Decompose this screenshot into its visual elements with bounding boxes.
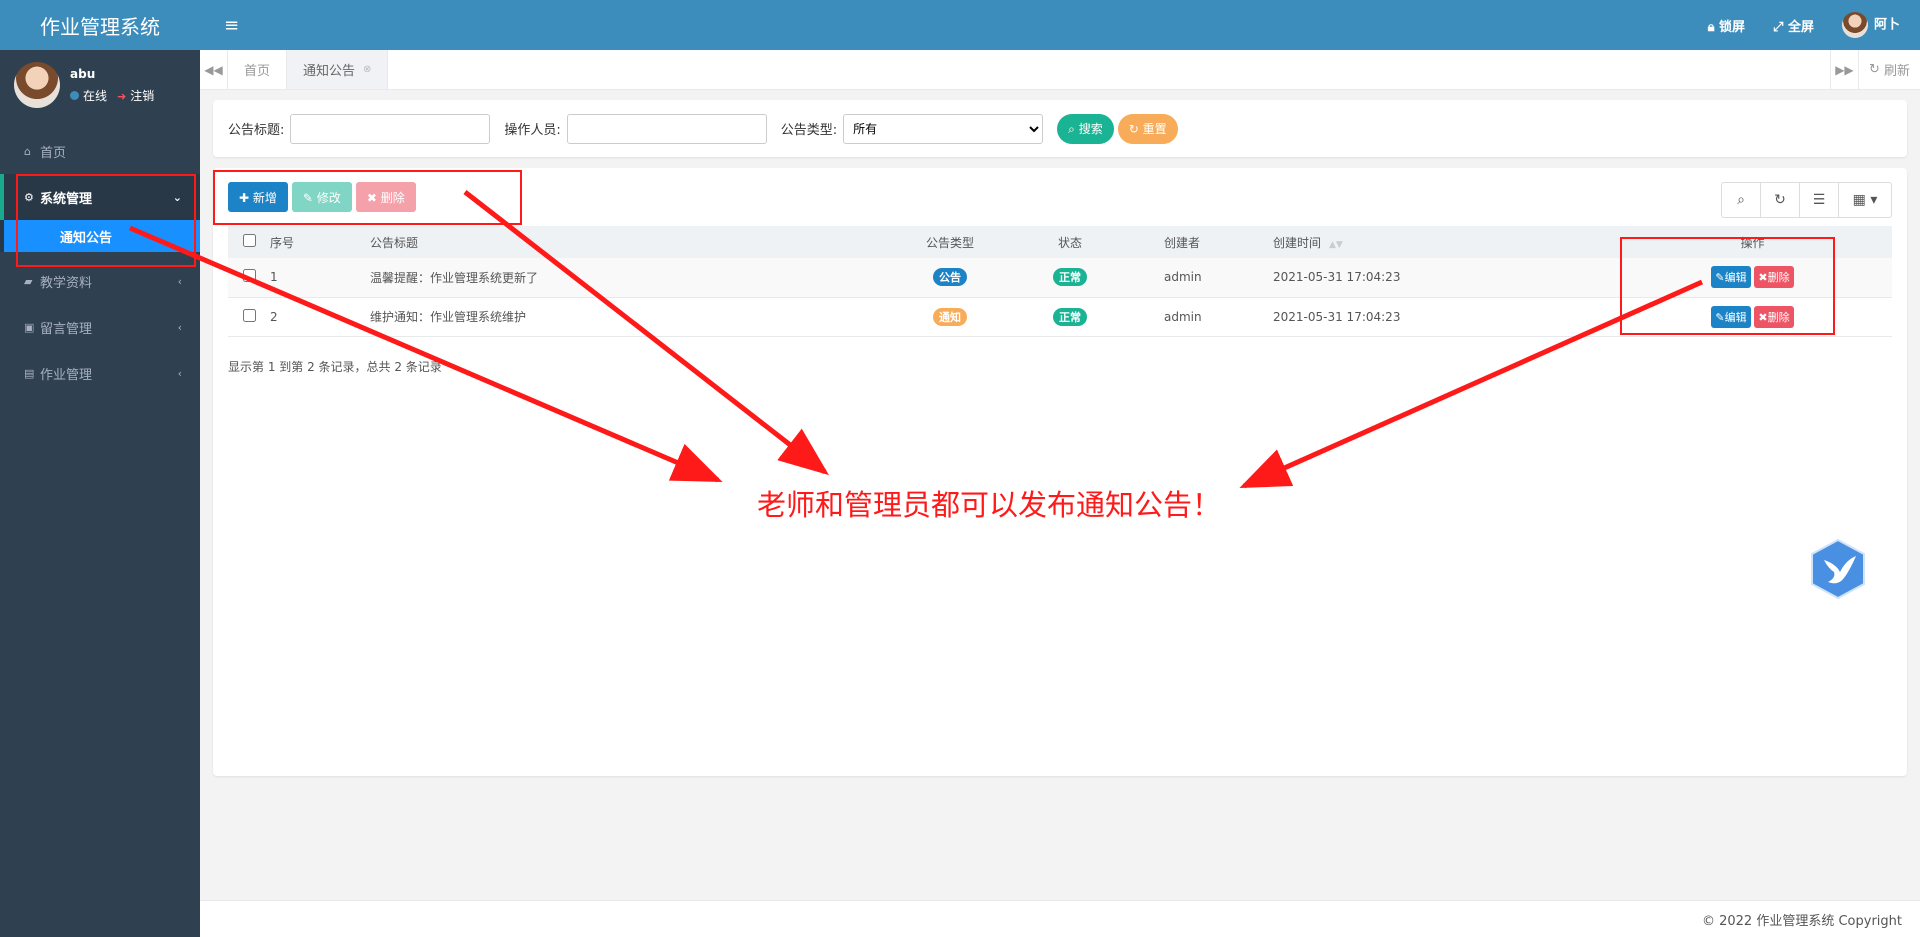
search-panel: 公告标题: 操作人员: 公告类型: 所有 ⌕ 搜索 ↻ 重置 [213, 100, 1907, 157]
user-menu[interactable]: 阿卜 [1841, 12, 1900, 38]
user-panel: abu 在线 ➜ 注销 [0, 50, 200, 120]
sidebar-item-messages[interactable]: ▣ 留言管理 ‹ [0, 304, 200, 350]
sort-icon: ▲▼ [1329, 239, 1343, 250]
avatar[interactable] [14, 62, 60, 108]
title-input[interactable] [290, 113, 491, 144]
home-icon: ⌂ [24, 144, 31, 158]
type-select[interactable]: 所有 [843, 113, 1044, 144]
logout-link[interactable]: ➜ 注销 [117, 87, 154, 104]
avatar [1841, 12, 1868, 38]
title-label: 公告标题: [228, 123, 285, 138]
brand-title: 作业管理系统 [0, 0, 200, 50]
sidebar-item-home[interactable]: ⌂ 首页 [0, 128, 200, 174]
tabs-scroll-left-icon[interactable]: ◀◀ [200, 50, 228, 89]
col-time[interactable]: 创建时间 ▲▼ [1273, 226, 1613, 258]
annotation-box-toolbar [213, 170, 522, 225]
col-status[interactable]: 状态 [1000, 226, 1140, 258]
col-creator[interactable]: 创建者 [1140, 226, 1273, 258]
bird-widget-icon[interactable] [1810, 538, 1866, 600]
lock-icon: 🔒︎ [1707, 19, 1715, 35]
chevron-left-icon: ‹ [177, 274, 182, 288]
sign-out-icon: ➜ [117, 89, 127, 103]
close-icon[interactable]: ⊗ [363, 64, 371, 75]
table-tools: ⌕ ↻ ☰ ▦ ▾ [1721, 182, 1892, 218]
online-status: 在线 [70, 87, 107, 104]
grid-icon: ▦ ▾ [1852, 192, 1878, 208]
inbox-icon: ▣ [24, 320, 35, 334]
select-all-checkbox[interactable] [242, 234, 256, 247]
reset-button[interactable]: ↻ 重置 [1117, 113, 1178, 144]
footer: © 2022 作业管理系统 Copyright [200, 900, 1920, 937]
id-card-icon: ▤ [24, 366, 35, 380]
annotation-box-actions [1620, 237, 1835, 335]
col-id[interactable]: 序号 [270, 226, 370, 258]
search-button[interactable]: ⌕ 搜索 [1057, 113, 1114, 144]
refresh-icon: ↻ [1868, 62, 1880, 77]
refresh-tab-button[interactable]: ↻ 刷新 [1857, 50, 1920, 89]
search-icon: ⌕ [1068, 122, 1075, 136]
sidebar-item-homework[interactable]: ▤ 作业管理 ‹ [0, 350, 200, 396]
expand-icon: ⤢ [1773, 19, 1784, 35]
top-navbar: ≡ 🔒︎ 锁屏 ⤢ 全屏 阿卜 [200, 0, 1920, 50]
refresh-table-button[interactable]: ↻ [1761, 183, 1800, 217]
row-checkbox[interactable] [242, 269, 256, 283]
type-badge: 通知 [933, 307, 967, 326]
operator-label: 操作人员: [504, 123, 561, 138]
chevron-left-icon: ‹ [177, 320, 182, 334]
tabs-bar: ◀◀ 首页 通知公告 ⊗ ▶▶ ↻ 刷新 [200, 50, 1920, 90]
chevron-left-icon: ‹ [177, 366, 182, 380]
tab-home[interactable]: 首页 [228, 50, 288, 89]
online-dot-icon [70, 90, 79, 100]
menu-toggle-icon[interactable]: ≡ [224, 15, 239, 36]
tab-notice[interactable]: 通知公告 ⊗ [287, 50, 389, 89]
folder-icon: ▰ [24, 274, 33, 288]
refresh-icon: ↻ [1774, 192, 1786, 208]
col-type[interactable]: 公告类型 [900, 226, 1000, 258]
annotation-box-sidebar [16, 174, 196, 267]
refresh-icon: ↻ [1128, 122, 1139, 136]
toggle-view-button[interactable]: ☰ [1800, 183, 1839, 217]
status-badge: 正常 [1053, 268, 1087, 287]
list-icon: ☰ [1812, 192, 1826, 208]
row-checkbox[interactable] [242, 308, 256, 322]
status-badge: 正常 [1053, 307, 1087, 326]
type-label: 公告类型: [780, 123, 838, 138]
user-name: abu [70, 66, 96, 81]
fullscreen-button[interactable]: ⤢ 全屏 [1773, 16, 1814, 35]
annotation-text: 老师和管理员都可以发布通知公告！ [757, 488, 1222, 522]
pagination-summary: 显示第 1 到第 2 条记录，总共 2 条记录 [228, 360, 442, 374]
search-toggle-button[interactable]: ⌕ [1722, 183, 1761, 217]
lock-screen-button[interactable]: 🔒︎ 锁屏 [1708, 16, 1745, 35]
col-title[interactable]: 公告标题 [370, 226, 900, 258]
search-icon: ⌕ [1737, 192, 1745, 208]
type-badge: 公告 [933, 268, 967, 287]
sidebar: 作业管理系统 abu 在线 ➜ 注销 ⌂ 首页 ⚙ 系统管理 ⌄ 通知公告 ▰ 教… [0, 0, 200, 937]
tabs-scroll-right-icon[interactable]: ▶▶ [1829, 50, 1858, 89]
operator-input[interactable] [566, 113, 767, 144]
columns-button[interactable]: ▦ ▾ [1839, 183, 1891, 217]
